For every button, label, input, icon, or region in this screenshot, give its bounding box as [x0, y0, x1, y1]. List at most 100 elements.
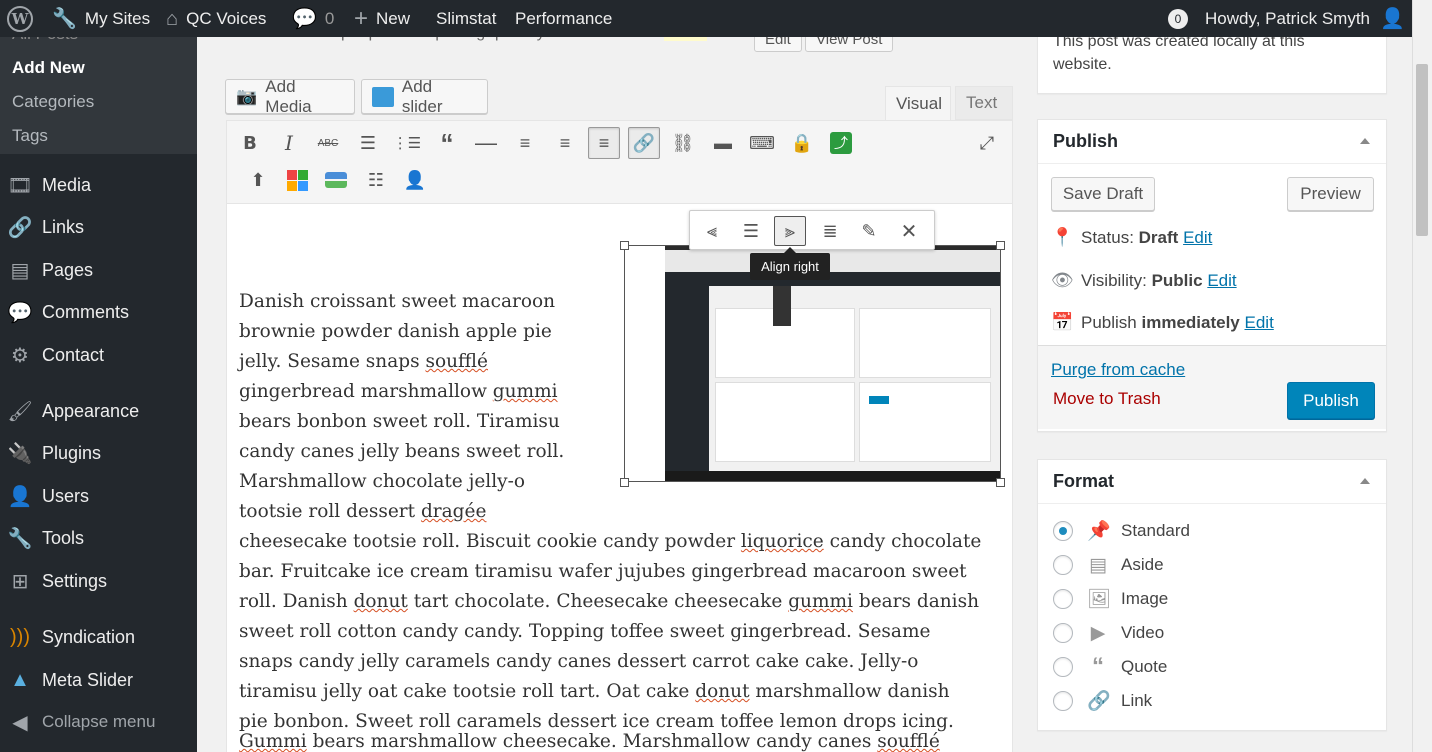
- sidebar-item-pages[interactable]: ▤ Pages: [0, 250, 197, 290]
- insert-link-icon[interactable]: 🔗: [628, 127, 660, 159]
- schedule-edit-link[interactable]: Edit: [1245, 313, 1274, 333]
- resize-handle-se[interactable]: [996, 478, 1005, 487]
- sidebar-item-meta-slider[interactable]: ▲ Meta Slider: [0, 660, 197, 700]
- sidebar-item-label: Settings: [42, 570, 108, 591]
- radio[interactable]: [1053, 691, 1073, 711]
- add-slider-button[interactable]: Add slider: [361, 77, 488, 116]
- visibility-edit-link[interactable]: Edit: [1207, 271, 1236, 291]
- move-to-trash-link[interactable]: Move to Trash: [1053, 389, 1161, 409]
- unlink-icon[interactable]: ⛓: [667, 127, 699, 159]
- table-icon[interactable]: ☷: [360, 164, 392, 196]
- tabs-icon[interactable]: [320, 164, 352, 196]
- sidebar-item-label: Tools: [42, 527, 85, 548]
- performance-menu[interactable]: Performance: [515, 0, 612, 37]
- format-option-image[interactable]: 🖼 Image: [1053, 586, 1168, 612]
- collapse-menu-button[interactable]: ◀ Collapse menu: [0, 702, 197, 742]
- content-paragraph[interactable]: Gummi bears marshmallow cheesecake. Mars…: [239, 727, 984, 752]
- radio-checked[interactable]: [1053, 521, 1073, 541]
- image-align-none-icon[interactable]: ≣: [814, 216, 846, 246]
- sidebar-item-media[interactable]: 🎞 Media: [0, 165, 197, 205]
- scrollbar-thumb[interactable]: [1416, 64, 1428, 236]
- add-media-button[interactable]: 📷 Add Media: [225, 77, 355, 116]
- radio[interactable]: [1053, 657, 1073, 677]
- status-edit-link[interactable]: Edit: [1183, 228, 1212, 248]
- sidebar-item-comments[interactable]: 💬 Comments: [0, 292, 197, 332]
- resize-handle-sw[interactable]: [620, 478, 629, 487]
- sidebar-item-appearance[interactable]: 🖌 Appearance: [0, 391, 197, 431]
- blockquote-icon[interactable]: “: [431, 127, 463, 159]
- submenu-categories[interactable]: Categories: [0, 85, 197, 119]
- read-more-icon[interactable]: ▬: [707, 127, 739, 159]
- collapse-toggle-icon[interactable]: [1360, 138, 1370, 144]
- notifications-menu[interactable]: 0: [1168, 0, 1198, 37]
- align-right-icon[interactable]: ≡: [588, 127, 620, 159]
- format-option-link[interactable]: 🔗 Link: [1053, 688, 1152, 714]
- bold-icon[interactable]: B: [234, 127, 266, 159]
- grid-color-icon[interactable]: [281, 164, 313, 196]
- wordpress-logo-icon[interactable]: W: [7, 0, 33, 37]
- image-align-right-icon[interactable]: ⫸: [774, 216, 806, 246]
- sidebar-item-users[interactable]: 👤 Users: [0, 476, 197, 516]
- purge-cache-link[interactable]: Purge from cache: [1051, 360, 1185, 380]
- numbered-list-icon[interactable]: ⋮☰: [391, 127, 423, 159]
- radio[interactable]: [1053, 623, 1073, 643]
- tab-text[interactable]: Text: [955, 86, 1013, 120]
- sidebar-item-links[interactable]: 🔗 Links: [0, 207, 197, 247]
- preview-button[interactable]: Preview: [1287, 177, 1374, 211]
- image-align-left-icon[interactable]: ⫷: [696, 216, 728, 246]
- image-align-center-icon[interactable]: ☰: [735, 216, 767, 246]
- align-left-icon[interactable]: ≡: [509, 127, 541, 159]
- sidebar-item-plugins[interactable]: 🔌 Plugins: [0, 433, 197, 473]
- major-publishing-actions: Purge from cache Move to Trash Publish: [1038, 345, 1386, 429]
- sidebar-item-tools[interactable]: 🔧 Tools: [0, 518, 197, 558]
- sidebar-item-settings[interactable]: ⊞ Settings: [0, 561, 197, 601]
- fullscreen-icon[interactable]: ⤢: [971, 127, 1003, 159]
- radio[interactable]: [1053, 589, 1073, 609]
- user-avatar-icon: 👤: [1380, 7, 1405, 30]
- upload-icon[interactable]: ⬆: [242, 164, 274, 196]
- lock-icon[interactable]: 🔒: [786, 127, 818, 159]
- person-icon[interactable]: 👤: [399, 164, 431, 196]
- bullet-list-icon[interactable]: ☰: [352, 127, 384, 159]
- account-menu[interactable]: Howdy, Patrick Smyth 👤: [1205, 0, 1405, 37]
- remove-close-icon[interactable]: ✕: [893, 216, 925, 246]
- format-option-video[interactable]: ▶ Video: [1053, 620, 1164, 646]
- resize-handle-ne[interactable]: [996, 241, 1005, 250]
- sidebar-item-syndication[interactable]: ))) Syndication: [0, 617, 197, 657]
- submenu-add-new[interactable]: Add New: [0, 51, 197, 85]
- format-label: Image: [1121, 589, 1169, 608]
- save-draft-button[interactable]: Save Draft: [1051, 177, 1155, 211]
- format-option-standard[interactable]: 📌 Standard: [1053, 518, 1190, 544]
- image-wp-dashboard: [709, 286, 1000, 471]
- new-content-menu[interactable]: + New: [354, 0, 410, 37]
- sidebar-item-contact[interactable]: ⚙ Contact: [0, 335, 197, 375]
- submenu-tags[interactable]: Tags: [0, 119, 197, 153]
- tab-visual[interactable]: Visual: [885, 86, 951, 120]
- collapse-toggle-icon[interactable]: [1360, 478, 1370, 484]
- site-name-label: QC Voices: [186, 8, 267, 28]
- page-scrollbar[interactable]: [1412, 0, 1432, 752]
- site-name-menu[interactable]: ⌂ QC Voices: [166, 0, 266, 37]
- sidebar-item-label: Pages: [42, 259, 94, 280]
- publish-button[interactable]: Publish: [1287, 382, 1375, 419]
- sidebar-item-label: Media: [42, 174, 92, 195]
- slimstat-menu[interactable]: Slimstat: [436, 0, 496, 37]
- horizontal-line-icon[interactable]: —: [470, 127, 502, 159]
- format-option-quote[interactable]: “ Quote: [1053, 653, 1167, 680]
- resize-handle-nw[interactable]: [620, 241, 629, 250]
- my-sites-label: My Sites: [84, 8, 151, 28]
- keyboard-icon[interactable]: ⌨: [746, 127, 778, 159]
- italic-icon[interactable]: I: [273, 127, 305, 159]
- format-option-aside[interactable]: ▤ Aside: [1053, 552, 1164, 578]
- embedded-screenshot-image[interactable]: [624, 245, 1001, 482]
- image-wp-adminbar: [665, 272, 1000, 286]
- sidebar-item-label: Users: [42, 485, 90, 506]
- align-center-icon[interactable]: ≡: [549, 127, 581, 159]
- my-sites-menu[interactable]: 🔧 My Sites: [52, 0, 150, 37]
- strikethrough-icon[interactable]: ABC: [312, 127, 344, 159]
- edit-pencil-icon[interactable]: ✎: [853, 216, 885, 246]
- share-icon[interactable]: ⤴: [825, 127, 857, 159]
- editor-toolbar: B I ABC ☰ ⋮☰ “ — ≡ ≡ ≡ 🔗 ⛓ ▬ ⌨ 🔒 ⤴ ⤢ ⬆ ☷…: [226, 120, 1013, 204]
- comments-menu[interactable]: 💬 0: [292, 0, 334, 37]
- radio[interactable]: [1053, 555, 1073, 575]
